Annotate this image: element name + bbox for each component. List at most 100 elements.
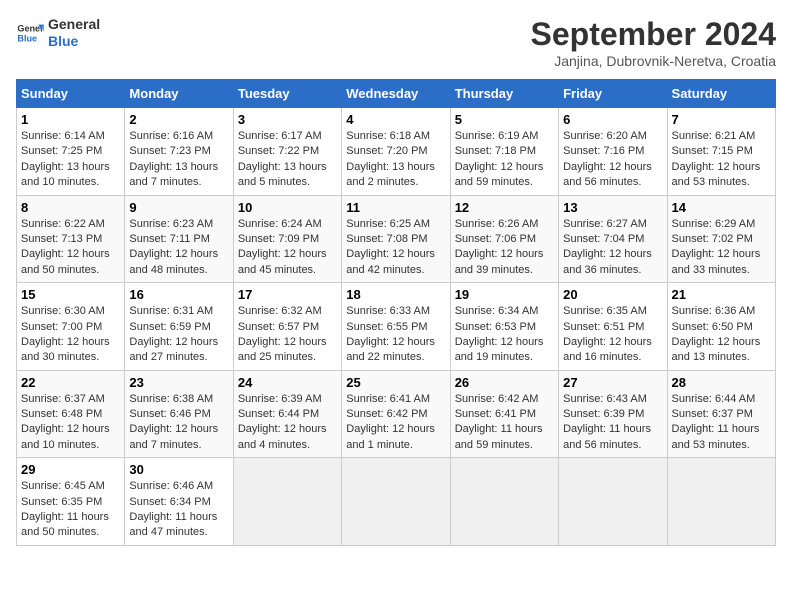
logo-line2: Blue — [48, 33, 100, 50]
days-header-row: SundayMondayTuesdayWednesdayThursdayFrid… — [17, 80, 776, 108]
day-number: 21 — [672, 287, 771, 302]
calendar-cell: 1Sunrise: 6:14 AMSunset: 7:25 PMDaylight… — [17, 108, 125, 196]
day-header-saturday: Saturday — [667, 80, 775, 108]
day-number: 18 — [346, 287, 445, 302]
day-number: 13 — [563, 200, 662, 215]
cell-details: Sunrise: 6:31 AMSunset: 6:59 PMDaylight:… — [129, 305, 218, 363]
calendar-cell: 18 Sunrise: 6:33 AMSunset: 6:55 PMDayligh… — [342, 283, 450, 371]
day-number: 9 — [129, 200, 228, 215]
calendar-cell: 4Sunrise: 6:18 AMSunset: 7:20 PMDaylight… — [342, 108, 450, 196]
calendar-cell: 11 Sunrise: 6:25 AMSunset: 7:08 PMDayligh… — [342, 195, 450, 283]
calendar-cell: 2 Sunrise: 6:16 AMSunset: 7:23 PMDaylight… — [125, 108, 233, 196]
day-number: 2 — [129, 112, 228, 127]
day-number: 11 — [346, 200, 445, 215]
cell-details: Sunrise: 6:23 AMSunset: 7:11 PMDaylight:… — [129, 218, 218, 276]
cell-details: Sunrise: 6:37 AMSunset: 6:48 PMDaylight:… — [21, 393, 110, 451]
cell-details: Sunrise: 6:39 AMSunset: 6:44 PMDaylight:… — [238, 393, 327, 451]
day-number: 16 — [129, 287, 228, 302]
calendar-cell — [667, 458, 775, 546]
calendar-cell: 7Sunrise: 6:21 AMSunset: 7:15 PMDaylight… — [667, 108, 775, 196]
day-number: 19 — [455, 287, 554, 302]
calendar-cell: 17Sunrise: 6:32 AMSunset: 6:57 PMDayligh… — [233, 283, 341, 371]
cell-details: Sunrise: 6:44 AMSunset: 6:37 PMDaylight:… — [672, 393, 760, 451]
day-number: 22 — [21, 375, 120, 390]
week-row-4: 22 Sunrise: 6:37 AMSunset: 6:48 PMDayligh… — [17, 370, 776, 458]
calendar-table: SundayMondayTuesdayWednesdayThursdayFrid… — [16, 79, 776, 546]
day-number: 1 — [21, 112, 120, 127]
cell-details: Sunrise: 6:27 AMSunset: 7:04 PMDaylight:… — [563, 218, 652, 276]
cell-details: Sunrise: 6:36 AMSunset: 6:50 PMDaylight:… — [672, 305, 761, 363]
calendar-cell: 29 Sunrise: 6:45 AMSunset: 6:35 PMDayligh… — [17, 458, 125, 546]
calendar-cell: 24 Sunrise: 6:39 AMSunset: 6:44 PMDayligh… — [233, 370, 341, 458]
day-number: 23 — [129, 375, 228, 390]
day-number: 25 — [346, 375, 445, 390]
cell-details: Sunrise: 6:38 AMSunset: 6:46 PMDaylight:… — [129, 393, 218, 451]
cell-details: Sunrise: 6:41 AMSunset: 6:42 PMDaylight:… — [346, 393, 435, 451]
cell-details: Sunrise: 6:16 AMSunset: 7:23 PMDaylight:… — [129, 130, 218, 188]
calendar-cell: 30 Sunrise: 6:46 AMSunset: 6:34 PMDayligh… — [125, 458, 233, 546]
day-header-tuesday: Tuesday — [233, 80, 341, 108]
calendar-body: 1Sunrise: 6:14 AMSunset: 7:25 PMDaylight… — [17, 108, 776, 546]
calendar-cell: 5Sunrise: 6:19 AMSunset: 7:18 PMDaylight… — [450, 108, 558, 196]
day-header-sunday: Sunday — [17, 80, 125, 108]
header: General Blue General Blue September 2024… — [16, 16, 776, 69]
calendar-cell: 22 Sunrise: 6:37 AMSunset: 6:48 PMDayligh… — [17, 370, 125, 458]
cell-details: Sunrise: 6:42 AMSunset: 6:41 PMDaylight:… — [455, 393, 543, 451]
calendar-cell: 15 Sunrise: 6:30 AMSunset: 7:00 PMDayligh… — [17, 283, 125, 371]
cell-details: Sunrise: 6:34 AMSunset: 6:53 PMDaylight:… — [455, 305, 544, 363]
day-number: 27 — [563, 375, 662, 390]
cell-details: Sunrise: 6:33 AMSunset: 6:55 PMDaylight:… — [346, 305, 435, 363]
day-number: 24 — [238, 375, 337, 390]
day-number: 10 — [238, 200, 337, 215]
cell-details: Sunrise: 6:29 AMSunset: 7:02 PMDaylight:… — [672, 218, 761, 276]
day-number: 14 — [672, 200, 771, 215]
calendar-cell: 6Sunrise: 6:20 AMSunset: 7:16 PMDaylight… — [559, 108, 667, 196]
day-number: 26 — [455, 375, 554, 390]
calendar-cell: 16 Sunrise: 6:31 AMSunset: 6:59 PMDayligh… — [125, 283, 233, 371]
cell-details: Sunrise: 6:24 AMSunset: 7:09 PMDaylight:… — [238, 218, 327, 276]
day-number: 3 — [238, 112, 337, 127]
cell-details: Sunrise: 6:22 AMSunset: 7:13 PMDaylight:… — [21, 218, 110, 276]
title-area: September 2024 Janjina, Dubrovnik-Neretv… — [531, 16, 776, 69]
cell-details: Sunrise: 6:45 AMSunset: 6:35 PMDaylight:… — [21, 480, 109, 538]
calendar-cell — [342, 458, 450, 546]
calendar-cell: 13 Sunrise: 6:27 AMSunset: 7:04 PMDayligh… — [559, 195, 667, 283]
calendar-cell: 27Sunrise: 6:43 AMSunset: 6:39 PMDayligh… — [559, 370, 667, 458]
logo-wordmark: General Blue — [48, 16, 100, 50]
calendar-cell: 3 Sunrise: 6:17 AMSunset: 7:22 PMDaylight… — [233, 108, 341, 196]
svg-text:Blue: Blue — [17, 33, 37, 43]
day-number: 29 — [21, 462, 120, 477]
cell-details: Sunrise: 6:26 AMSunset: 7:06 PMDaylight:… — [455, 218, 544, 276]
day-number: 20 — [563, 287, 662, 302]
calendar-cell: 21 Sunrise: 6:36 AMSunset: 6:50 PMDayligh… — [667, 283, 775, 371]
day-header-wednesday: Wednesday — [342, 80, 450, 108]
calendar-cell — [450, 458, 558, 546]
month-title: September 2024 — [531, 16, 776, 53]
calendar-cell: 28 Sunrise: 6:44 AMSunset: 6:37 PMDayligh… — [667, 370, 775, 458]
day-header-friday: Friday — [559, 80, 667, 108]
week-row-3: 15 Sunrise: 6:30 AMSunset: 7:00 PMDayligh… — [17, 283, 776, 371]
day-number: 17 — [238, 287, 337, 302]
calendar-header: SundayMondayTuesdayWednesdayThursdayFrid… — [17, 80, 776, 108]
location-title: Janjina, Dubrovnik-Neretva, Croatia — [531, 53, 776, 69]
cell-details: Sunrise: 6:17 AMSunset: 7:22 PMDaylight:… — [238, 130, 327, 188]
cell-details: Sunrise: 6:30 AMSunset: 7:00 PMDaylight:… — [21, 305, 110, 363]
logo-line1: General — [48, 16, 100, 33]
week-row-1: 1Sunrise: 6:14 AMSunset: 7:25 PMDaylight… — [17, 108, 776, 196]
day-header-thursday: Thursday — [450, 80, 558, 108]
logo-icon: General Blue — [16, 19, 44, 47]
day-header-monday: Monday — [125, 80, 233, 108]
day-number: 4 — [346, 112, 445, 127]
cell-details: Sunrise: 6:25 AMSunset: 7:08 PMDaylight:… — [346, 218, 435, 276]
logo: General Blue General Blue — [16, 16, 100, 50]
calendar-cell: 10 Sunrise: 6:24 AMSunset: 7:09 PMDayligh… — [233, 195, 341, 283]
day-number: 30 — [129, 462, 228, 477]
calendar-cell — [233, 458, 341, 546]
calendar-cell: 26 Sunrise: 6:42 AMSunset: 6:41 PMDayligh… — [450, 370, 558, 458]
calendar-cell: 12Sunrise: 6:26 AMSunset: 7:06 PMDayligh… — [450, 195, 558, 283]
day-number: 15 — [21, 287, 120, 302]
day-number: 28 — [672, 375, 771, 390]
cell-details: Sunrise: 6:46 AMSunset: 6:34 PMDaylight:… — [129, 480, 217, 538]
calendar-cell — [559, 458, 667, 546]
day-number: 7 — [672, 112, 771, 127]
